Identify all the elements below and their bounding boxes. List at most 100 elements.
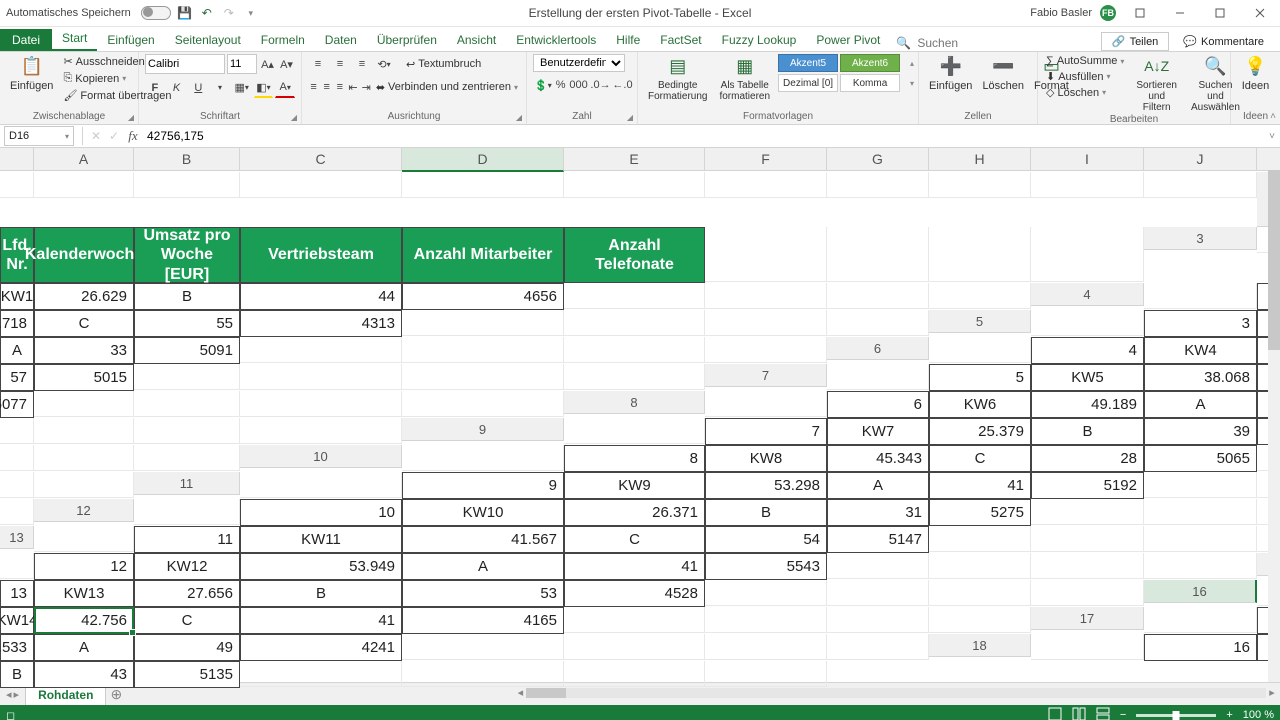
tab-seitenlayout[interactable]: Seitenlayout [165, 29, 251, 51]
cell-A9[interactable] [564, 418, 705, 444]
cell-B12[interactable]: 10 [240, 499, 402, 526]
column-header-C[interactable]: C [240, 148, 402, 171]
number-format-combo[interactable]: Benutzerdefiniert [533, 54, 625, 72]
cell-A10[interactable] [402, 445, 564, 471]
clear-button[interactable]: ◇Löschen ▾ [1044, 85, 1126, 100]
delete-cells-button[interactable]: ➖Löschen [978, 54, 1028, 92]
cell-B14[interactable]: 12 [34, 553, 134, 580]
tab-ansicht[interactable]: Ansicht [447, 29, 506, 51]
cell-C16[interactable]: KW14 [0, 607, 34, 634]
cell-B15[interactable]: 13 [0, 580, 34, 607]
accounting-button[interactable]: 💲▾ [533, 75, 553, 95]
name-box[interactable]: D16▾ [4, 126, 74, 146]
cell-I9[interactable] [0, 445, 34, 471]
cell-H3[interactable] [564, 283, 705, 309]
cell-B13[interactable]: 11 [134, 526, 240, 553]
cell-D10[interactable]: 45.343 [827, 445, 929, 472]
cell-J6[interactable] [402, 364, 564, 390]
align-right-button[interactable]: ≡ [334, 77, 345, 97]
cell-G4[interactable]: 4313 [240, 310, 402, 337]
cell-H8[interactable] [0, 418, 34, 444]
cell-I16[interactable] [705, 607, 827, 633]
cell-B11[interactable]: 9 [402, 472, 564, 499]
decrease-font-button[interactable]: A▾ [278, 54, 295, 74]
tab-factset[interactable]: FactSet [650, 29, 711, 51]
cell-H7[interactable] [34, 391, 134, 417]
user-avatar[interactable]: FB [1100, 5, 1116, 21]
cell-K7[interactable] [402, 391, 564, 417]
cell-A17[interactable] [1144, 607, 1257, 633]
tab-start[interactable]: Start [52, 27, 97, 51]
font-size-combo[interactable] [227, 54, 257, 74]
row-header-5[interactable]: 5 [929, 310, 1031, 333]
cell-C15[interactable]: KW13 [34, 580, 134, 607]
cell-E2[interactable]: Vertriebsteam [240, 227, 402, 283]
cancel-formula-icon[interactable]: ✕ [87, 127, 105, 145]
cell-F16[interactable]: 41 [240, 607, 402, 634]
cell-C10[interactable]: KW8 [705, 445, 827, 472]
cell-F18[interactable]: 43 [34, 661, 134, 688]
cell-H5[interactable] [240, 337, 402, 363]
tell-me-search[interactable]: 🔍 [896, 35, 999, 51]
cell-F12[interactable]: 31 [827, 499, 929, 526]
cell-D13[interactable]: 41.567 [402, 526, 564, 553]
cell-F11[interactable]: 41 [929, 472, 1031, 499]
cell-C9[interactable]: KW7 [827, 418, 929, 445]
row-header-16[interactable]: 16 [1144, 580, 1257, 603]
tab-entwicklertools[interactable]: Entwicklertools [506, 29, 606, 51]
wrap-text-button[interactable]: ↩Textumbruch [404, 57, 483, 72]
cell-G11[interactable]: 5192 [1031, 472, 1144, 499]
select-all-corner[interactable] [0, 148, 34, 171]
ideas-button[interactable]: 💡Ideen [1237, 54, 1274, 92]
increase-decimal-button[interactable]: .0→ [591, 75, 611, 95]
column-header-G[interactable]: G [827, 148, 929, 171]
cell-H11[interactable] [1144, 472, 1257, 498]
sort-filter-button[interactable]: A↓ZSortieren und Filtern [1132, 54, 1181, 113]
zoom-level[interactable]: 100 % [1243, 709, 1274, 720]
align-left-button[interactable]: ≡ [308, 77, 319, 97]
cell-J2[interactable] [929, 227, 1031, 282]
cell-D3[interactable]: 26.629 [34, 283, 134, 310]
tab-power-pivot[interactable]: Power Pivot [806, 29, 890, 51]
tab-einfuegen[interactable]: Einfügen [97, 29, 164, 51]
dialog-launcher-icon[interactable]: ◢ [128, 113, 134, 122]
decrease-decimal-button[interactable]: ←.0 [613, 75, 633, 95]
column-header-F[interactable]: F [705, 148, 827, 171]
cell-D4[interactable]: 31.718 [0, 310, 34, 337]
cell-E13[interactable]: C [564, 526, 705, 553]
maximize-icon[interactable] [1204, 4, 1236, 22]
cell-A1[interactable] [0, 172, 34, 198]
row-header-13[interactable]: 13 [0, 526, 34, 549]
merge-center-button[interactable]: ⬌Verbinden und zentrieren ▾ [374, 80, 520, 95]
cell-I6[interactable] [240, 364, 402, 390]
column-header-J[interactable]: J [1144, 148, 1257, 171]
cell-C13[interactable]: KW11 [240, 526, 402, 553]
cell-D9[interactable]: 25.379 [929, 418, 1031, 445]
cell-G13[interactable]: 5147 [827, 526, 929, 553]
cell-E3[interactable]: B [134, 283, 240, 310]
align-middle-button[interactable]: ≡ [330, 54, 350, 74]
cell-G1[interactable] [705, 172, 827, 198]
cell-style-dezimal0[interactable]: Dezimal [0] [778, 74, 838, 92]
cell-F13[interactable]: 54 [705, 526, 827, 553]
conditional-formatting-button[interactable]: ▤Bedingte Formatierung [644, 54, 711, 102]
cell-A4[interactable] [1144, 283, 1257, 309]
tab-ueberpruefen[interactable]: Überprüfen [367, 29, 447, 51]
cell-F17[interactable]: 49 [134, 634, 240, 661]
cell-D16[interactable]: 42.756 [34, 607, 134, 634]
cell-D14[interactable]: 53.949 [240, 553, 402, 580]
expand-formula-bar-icon[interactable]: ˅ [1264, 131, 1280, 142]
undo-icon[interactable]: ↶ [199, 5, 215, 21]
minimize-icon[interactable] [1164, 4, 1196, 22]
cell-J13[interactable] [1144, 526, 1257, 552]
fx-icon[interactable]: fx [123, 128, 143, 144]
tab-formeln[interactable]: Formeln [251, 29, 315, 51]
qat-customize-icon[interactable]: ▾ [243, 5, 259, 21]
row-header-10[interactable]: 10 [240, 445, 402, 468]
column-header-D[interactable]: D [402, 148, 564, 172]
cell-J16[interactable] [827, 607, 929, 633]
cell-G5[interactable]: 5091 [134, 337, 240, 364]
font-color-button[interactable]: A▾ [275, 77, 295, 98]
row-header-4[interactable]: 4 [1031, 283, 1144, 306]
cell-H12[interactable] [1031, 499, 1144, 525]
